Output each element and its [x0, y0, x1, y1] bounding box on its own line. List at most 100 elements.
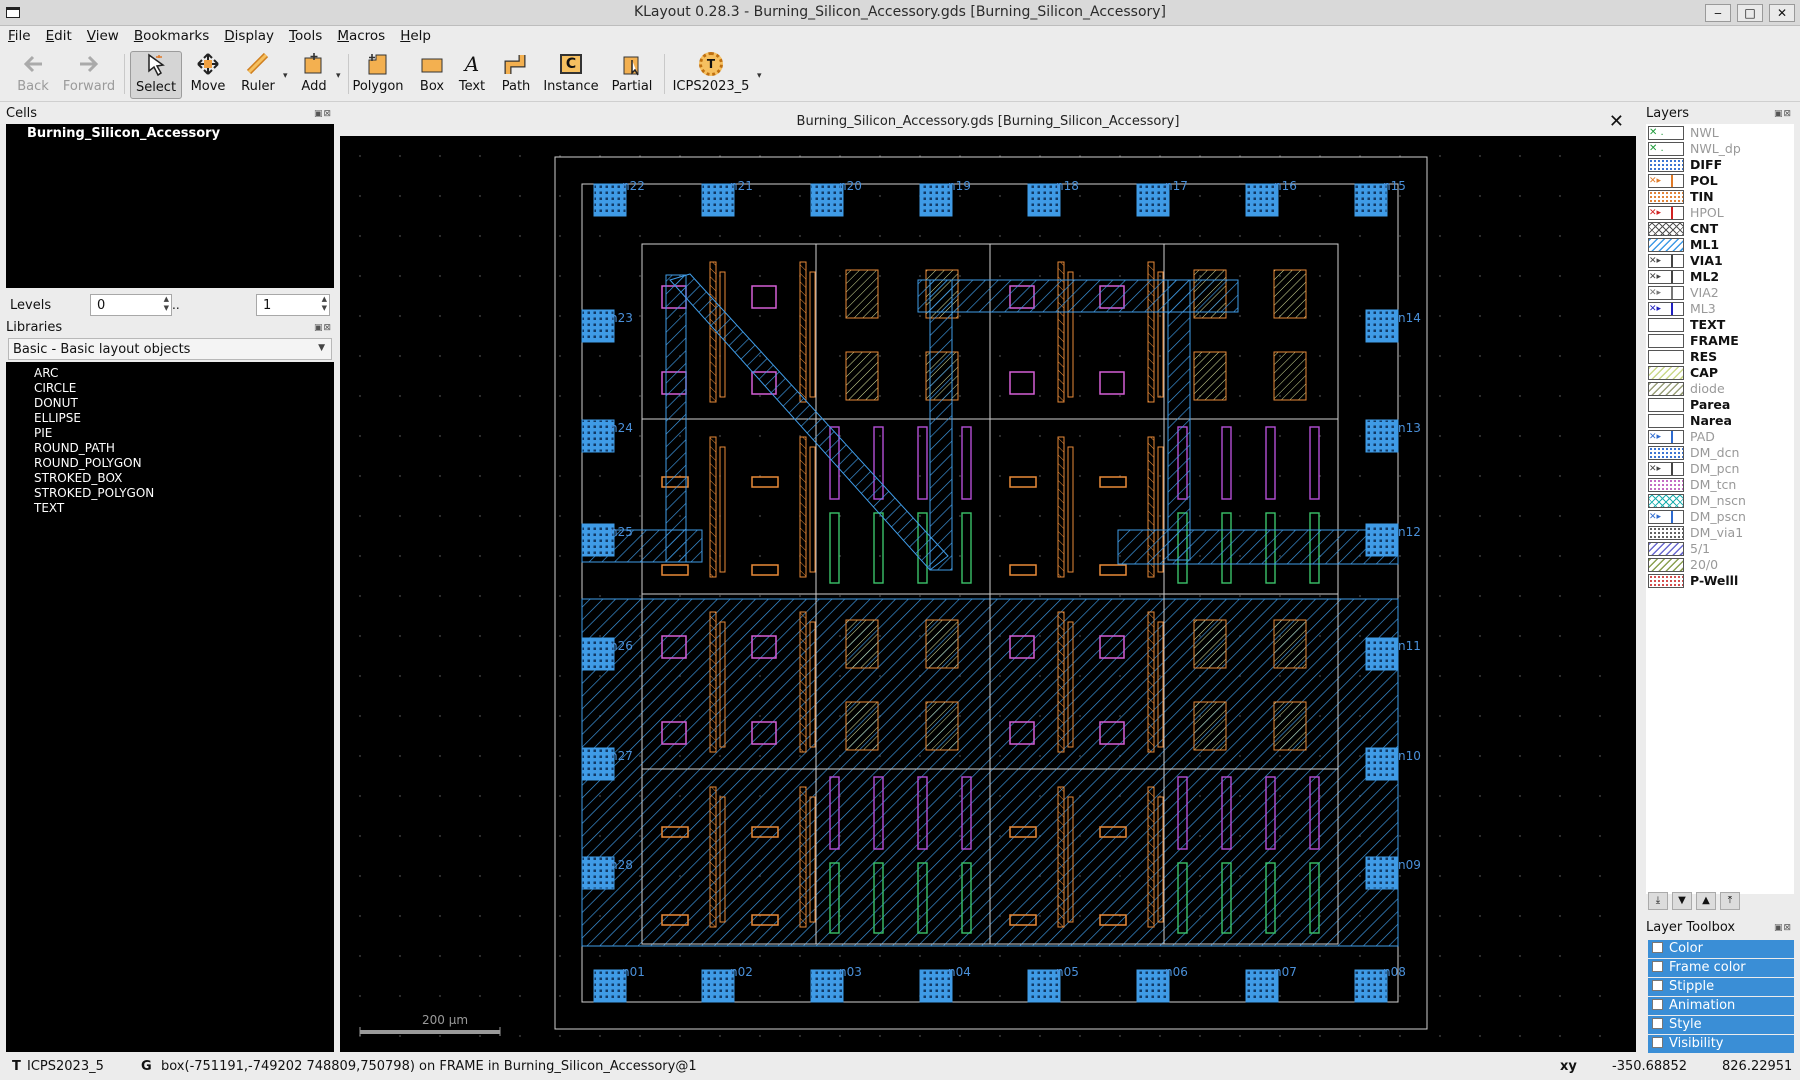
cell-tree[interactable]: Burning_Silicon_Accessory: [6, 124, 334, 288]
forward-button[interactable]: Forward: [60, 51, 118, 99]
layer-row[interactable]: ✕▸ PAD: [1648, 429, 1792, 445]
panel-float-close-icons[interactable]: ▣⊠: [314, 323, 332, 333]
panel-float-close-icons[interactable]: ▣⊠: [314, 109, 332, 119]
layer-row[interactable]: ✕▸ VIA1: [1648, 253, 1792, 269]
layer-row[interactable]: DIFF: [1648, 157, 1792, 173]
tech-dropdown-chevron-icon[interactable]: ▾: [757, 71, 762, 81]
menu-tools[interactable]: Tools: [281, 26, 329, 44]
layer-swatch-icon[interactable]: ✕▸: [1648, 270, 1684, 284]
toolbox-stipple[interactable]: Stipple: [1648, 978, 1794, 996]
layer-row[interactable]: DM_tcn: [1648, 477, 1792, 493]
list-item[interactable]: DONUT: [6, 396, 334, 411]
layer-swatch-icon[interactable]: [1648, 222, 1684, 236]
library-select[interactable]: Basic - Basic layout objects ▼: [8, 338, 332, 360]
layer-row[interactable]: diode: [1648, 381, 1792, 397]
layer-swatch-icon[interactable]: [1648, 494, 1684, 508]
list-item[interactable]: PIE: [6, 426, 334, 441]
menu-bookmarks[interactable]: Bookmarks: [126, 26, 216, 44]
layer-row[interactable]: ML1: [1648, 237, 1792, 253]
polygon-tool-button[interactable]: Polygon: [352, 51, 404, 99]
ruler-tool-button[interactable]: Ruler: [236, 51, 280, 99]
list-item[interactable]: ARC: [6, 366, 334, 381]
menu-view[interactable]: View: [79, 26, 126, 44]
layer-row[interactable]: 20/0: [1648, 557, 1792, 573]
layer-list[interactable]: ✕ . NWL ✕ . NWL_dp DIFF ✕▸ POL TIN ✕▸ HPOL CNT ML1 ✕…: [1646, 124, 1794, 894]
layer-row[interactable]: ✕ . NWL_dp: [1648, 141, 1792, 157]
layer-swatch-icon[interactable]: [1648, 558, 1684, 572]
layer-swatch-icon[interactable]: [1648, 382, 1684, 396]
layer-row[interactable]: ✕▸ ML3: [1648, 301, 1792, 317]
layer-swatch-icon[interactable]: [1648, 574, 1684, 588]
library-cell-list[interactable]: ARC CIRCLE DONUT ELLIPSE PIE ROUND_PATH …: [6, 362, 334, 1052]
menu-macros[interactable]: Macros: [329, 26, 392, 44]
layer-row[interactable]: DM_dcn: [1648, 445, 1792, 461]
layer-row[interactable]: TIN: [1648, 189, 1792, 205]
layer-row[interactable]: FRAME: [1648, 333, 1792, 349]
box-tool-button[interactable]: Box: [410, 51, 454, 99]
ruler-dropdown-chevron-icon[interactable]: ▾: [283, 71, 288, 81]
tech-macro-button[interactable]: T ICPS2023_5: [672, 51, 750, 99]
layer-swatch-icon[interactable]: ✕ .: [1648, 142, 1684, 156]
toolbox-visibility[interactable]: Visibility: [1648, 1035, 1794, 1053]
layer-swatch-icon[interactable]: ✕▸: [1648, 206, 1684, 220]
add-tool-button[interactable]: Add: [296, 51, 332, 99]
partial-tool-button[interactable]: Partial: [608, 51, 656, 99]
move-top-icon[interactable]: ⤒: [1720, 892, 1740, 910]
list-item[interactable]: STROKED_BOX: [6, 471, 334, 486]
toolbox-frame-color[interactable]: Frame color: [1648, 959, 1794, 977]
layer-row[interactable]: CAP: [1648, 365, 1792, 381]
layer-row[interactable]: 5/1: [1648, 541, 1792, 557]
layer-row[interactable]: Parea: [1648, 397, 1792, 413]
layer-swatch-icon[interactable]: ✕▸: [1648, 254, 1684, 268]
layer-row[interactable]: DM_nscn: [1648, 493, 1792, 509]
maximize-button[interactable]: □: [1737, 4, 1763, 22]
cell-tree-item[interactable]: Burning_Silicon_Accessory: [6, 124, 334, 141]
minimize-button[interactable]: ‒: [1705, 4, 1731, 22]
layer-swatch-icon[interactable]: [1648, 334, 1684, 348]
level-from-spinbox[interactable]: 0 ▲ ▼: [90, 294, 172, 316]
layer-row[interactable]: DM_via1: [1648, 525, 1792, 541]
layer-swatch-icon[interactable]: ✕▸: [1648, 510, 1684, 524]
layer-swatch-icon[interactable]: [1648, 526, 1684, 540]
layer-swatch-icon[interactable]: [1648, 414, 1684, 428]
list-item[interactable]: ELLIPSE: [6, 411, 334, 426]
layer-row[interactable]: ✕ . NWL: [1648, 125, 1792, 141]
layer-swatch-icon[interactable]: ✕▸: [1648, 430, 1684, 444]
layer-row[interactable]: TEXT: [1648, 317, 1792, 333]
menu-display[interactable]: Display: [216, 26, 281, 44]
layer-swatch-icon[interactable]: [1648, 542, 1684, 556]
move-up-icon[interactable]: ▲: [1696, 892, 1716, 910]
list-item[interactable]: CIRCLE: [6, 381, 334, 396]
spin-arrows-icon[interactable]: ▲ ▼: [164, 295, 169, 313]
layer-row[interactable]: ✕▸ ML2: [1648, 269, 1792, 285]
layer-swatch-icon[interactable]: ✕▸: [1648, 462, 1684, 476]
layer-swatch-icon[interactable]: [1648, 366, 1684, 380]
list-item[interactable]: ROUND_PATH: [6, 441, 334, 456]
layer-swatch-icon[interactable]: [1648, 350, 1684, 364]
spin-arrows-icon[interactable]: ▲ ▼: [322, 295, 327, 313]
layer-swatch-icon[interactable]: ✕ .: [1648, 126, 1684, 140]
menu-help[interactable]: Help: [392, 26, 438, 44]
panel-float-close-icons[interactable]: ▣⊠: [1774, 923, 1792, 933]
close-view-icon[interactable]: ✕: [1609, 111, 1624, 132]
layer-swatch-icon[interactable]: ✕▸: [1648, 286, 1684, 300]
layer-row[interactable]: P-Welll: [1648, 573, 1792, 589]
add-dropdown-chevron-icon[interactable]: ▾: [336, 71, 341, 81]
layer-row[interactable]: ✕▸ DM_pscn: [1648, 509, 1792, 525]
layer-row[interactable]: ✕▸ DM_pcn: [1648, 461, 1792, 477]
toolbox-animation[interactable]: Animation: [1648, 997, 1794, 1015]
layer-swatch-icon[interactable]: [1648, 238, 1684, 252]
list-item[interactable]: ROUND_POLYGON: [6, 456, 334, 471]
list-item[interactable]: STROKED_POLYGON: [6, 486, 334, 501]
path-tool-button[interactable]: Path: [494, 51, 538, 99]
move-down-icon[interactable]: ▼: [1672, 892, 1692, 910]
layer-swatch-icon[interactable]: [1648, 446, 1684, 460]
instance-tool-button[interactable]: C Instance: [542, 51, 600, 99]
layer-swatch-icon[interactable]: ✕▸: [1648, 174, 1684, 188]
toolbox-style[interactable]: Style: [1648, 1016, 1794, 1034]
layer-swatch-icon[interactable]: ✕▸: [1648, 302, 1684, 316]
toolbox-color[interactable]: Color: [1648, 940, 1794, 958]
select-tool-button[interactable]: Select: [130, 51, 182, 99]
layer-swatch-icon[interactable]: [1648, 398, 1684, 412]
layer-row[interactable]: Narea: [1648, 413, 1792, 429]
